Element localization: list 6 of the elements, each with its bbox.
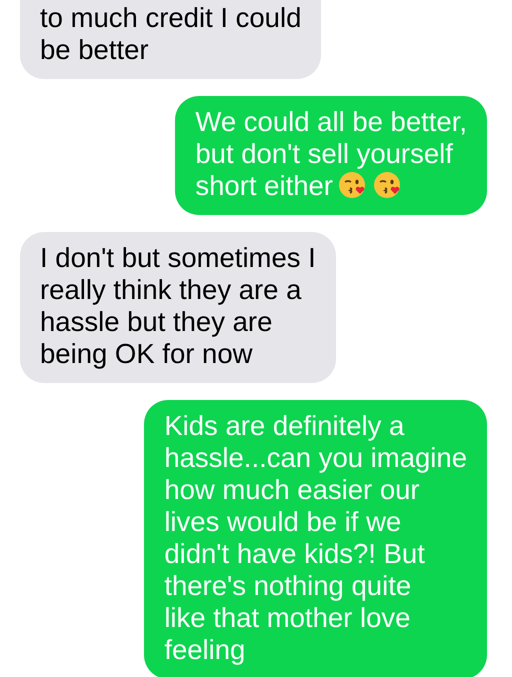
message-text: Kids are definitely a hassle...can you imagine how much easier our lives would be if we didn't have kids?! But there's nothing quite like that mother love feeling xyxy=(164,410,467,666)
message-text: short either xyxy=(195,170,333,202)
kiss-face-icon xyxy=(338,171,368,201)
message-text: I don't but sometimes I really think they are a hassle but they are being OK for now xyxy=(40,242,316,370)
message-text: to much credit I could be better xyxy=(40,2,302,66)
kiss-face-icon xyxy=(372,171,403,201)
